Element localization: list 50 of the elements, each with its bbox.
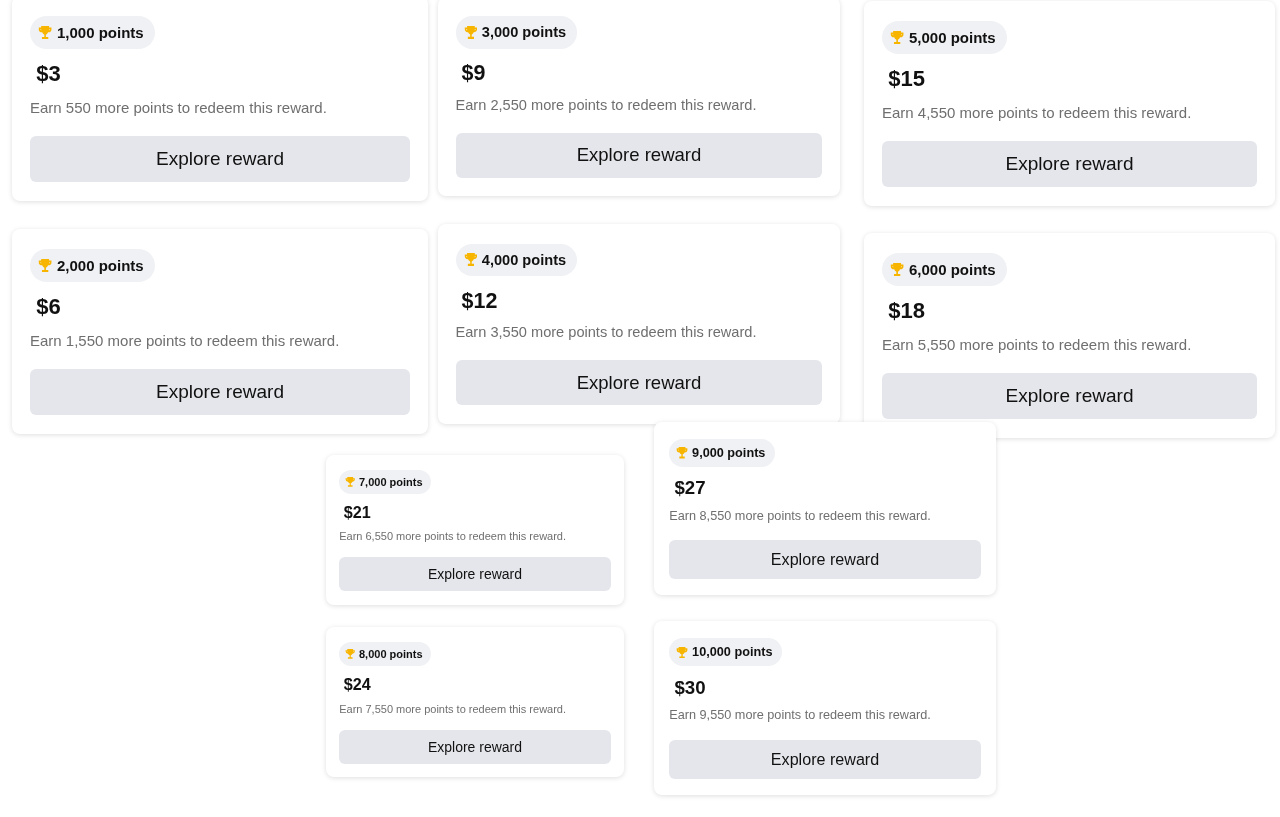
points-needed-text: Earn 9,550 more points to redeem this reward.: [669, 708, 931, 724]
price-label: $9: [460, 60, 486, 88]
trophy-icon: [676, 447, 689, 459]
price-label: $24: [342, 674, 371, 696]
points-label: 1,000 points: [57, 23, 144, 41]
points-label: 4,000 points: [481, 251, 567, 268]
explore-reward-button[interactable]: Explore reward: [882, 140, 1257, 187]
price-label: $12: [460, 287, 498, 315]
trophy-icon: [345, 649, 356, 659]
trophy-icon: [345, 476, 356, 487]
price-label: $27: [673, 476, 706, 501]
points-label: 7,000 points: [358, 475, 423, 488]
points-needed-text: Earn 2,550 more points to redeem this reward.: [455, 96, 757, 115]
points-label: 8,000 points: [358, 647, 423, 660]
price-label: $15: [887, 64, 925, 93]
points-label: 10,000 points: [692, 645, 773, 660]
trophy-icon: [676, 646, 689, 659]
points-label: 9,000 points: [692, 445, 766, 460]
explore-reward-button[interactable]: Explore reward: [30, 368, 410, 415]
points-needed-text: Earn 8,550 more points to redeem this reward.: [669, 508, 931, 525]
points-label: 2,000 points: [57, 256, 144, 274]
price-label: $30: [673, 675, 706, 700]
price-label: $18: [887, 296, 925, 325]
points-label: 6,000 points: [909, 260, 996, 278]
points-label: 3,000 points: [481, 24, 567, 41]
trophy-icon: [463, 25, 478, 39]
points-needed-text: Earn 1,550 more points to redeem this reward.: [30, 331, 340, 350]
points-needed-text: Earn 7,550 more points to redeem this reward.: [339, 702, 567, 716]
price-label: $3: [35, 59, 61, 88]
explore-reward-button[interactable]: Explore reward: [882, 372, 1257, 419]
trophy-icon: [890, 30, 905, 45]
explore-reward-button[interactable]: Explore reward: [339, 729, 611, 764]
points-needed-text: Earn 3,550 more points to redeem this reward.: [455, 324, 757, 342]
trophy-icon: [38, 258, 53, 273]
trophy-icon: [890, 262, 905, 277]
explore-reward-button[interactable]: Explore reward: [30, 135, 410, 182]
trophy-icon: [463, 253, 478, 267]
explore-reward-button[interactable]: Explore reward: [339, 557, 611, 592]
points-needed-text: Earn 550 more points to redeem this reward.: [30, 98, 327, 117]
points-needed-text: Earn 4,550 more points to redeem this reward.: [882, 103, 1192, 122]
points-label: 5,000 points: [909, 28, 996, 46]
price-label: $21: [342, 502, 371, 524]
price-label: $6: [35, 292, 61, 321]
explore-reward-button[interactable]: Explore reward: [455, 133, 823, 178]
explore-reward-button[interactable]: Explore reward: [455, 360, 823, 406]
explore-reward-button[interactable]: Explore reward: [669, 540, 981, 580]
explore-reward-button[interactable]: Explore reward: [669, 739, 981, 779]
points-needed-text: Earn 5,550 more points to redeem this reward.: [882, 335, 1192, 354]
points-needed-text: Earn 6,550 more points to redeem this reward.: [339, 530, 567, 544]
trophy-icon: [38, 25, 53, 40]
